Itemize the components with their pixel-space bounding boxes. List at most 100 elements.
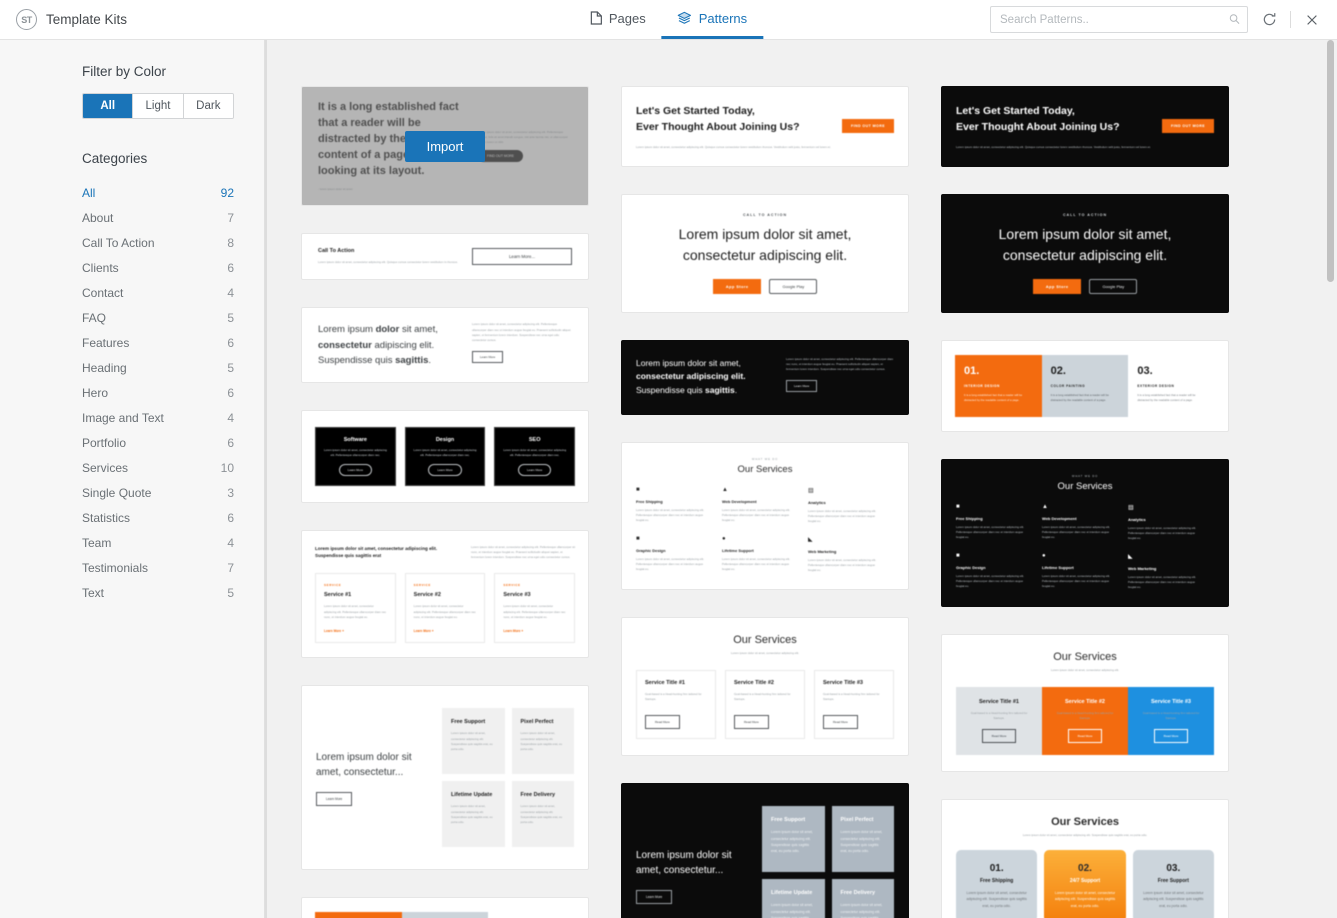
category-item-services[interactable]: Services 10 — [82, 455, 234, 480]
category-item-faq[interactable]: FAQ 5 — [82, 305, 234, 330]
chart-icon: ▤ — [1127, 504, 1134, 511]
category-label: Portfolio — [82, 435, 127, 450]
category-label: Call To Action — [82, 235, 155, 250]
preview-title: Service #2 — [413, 592, 441, 599]
category-item-portfolio[interactable]: Portfolio 6 — [82, 430, 234, 455]
content-scrollbar[interactable] — [1326, 40, 1335, 918]
preview-body: Goal-based is a Head-hunting firm tailor… — [823, 691, 880, 702]
pattern-card-features-light[interactable]: Lorem ipsum dolor sit amet, consectetur.… — [301, 685, 589, 871]
tab-pages[interactable]: Pages — [574, 0, 662, 39]
preview-service-item: ▲ Web Development Lorem ipsum dolor sit … — [722, 487, 808, 536]
category-item-statistics[interactable]: Statistics 6 — [82, 505, 234, 530]
headset-icon: ● — [1041, 552, 1046, 559]
category-item-text[interactable]: Text 5 — [82, 580, 234, 605]
category-item-image-and-text[interactable]: Image and Text 4 — [82, 405, 234, 430]
category-item-clients[interactable]: Clients 6 — [82, 255, 234, 280]
preview-number-box: 02. COLOR PAINTING It is a long establis… — [1041, 354, 1129, 417]
preview-button: Learn More — [316, 791, 353, 806]
preview-link: Learn More + — [503, 629, 524, 634]
import-button[interactable]: Import — [404, 130, 486, 162]
pattern-card-services-six[interactable]: WHAT WE DO Our Services ■ Free Shipping … — [621, 441, 909, 590]
category-count: 4 — [227, 535, 234, 550]
preview-number-box: 01. INTERIOR DESIGN It is a long establi… — [315, 912, 402, 918]
close-icon[interactable] — [1301, 9, 1323, 31]
preview-body: Lorem ipsum dolor sit amet, consectetur … — [318, 260, 458, 264]
preview-button: Learn More — [472, 350, 504, 363]
scrollbar-thumb[interactable] — [1327, 40, 1334, 282]
preview-body: Lorem ipsum dolor sit amet, consectetur … — [807, 508, 877, 524]
sidebar: Filter by Color All Light Dark Categorie… — [0, 40, 265, 918]
preview-title: Software — [343, 436, 367, 443]
preview-body: Lorem ipsum dolor sit amet, consectetur … — [1127, 574, 1197, 590]
category-item-testimonials[interactable]: Testimonials 7 — [82, 555, 234, 580]
category-list: All 92 About 7 Call To Action 8 Clients … — [82, 180, 234, 605]
category-count: 92 — [220, 185, 234, 200]
category-item-team[interactable]: Team 4 — [82, 530, 234, 555]
pattern-card-numbered-columns[interactable]: 01. INTERIOR DESIGN It is a long establi… — [301, 897, 589, 918]
preview-title: Service #1 — [324, 592, 352, 599]
preview-title: Lifetime Update — [771, 890, 813, 897]
preview-eyebrow: WHAT WE DO — [751, 456, 779, 461]
pattern-card-features-dark[interactable]: Lorem ipsum dolor sit amet, consectetur.… — [621, 783, 909, 918]
preview-title: Free Delivery — [840, 890, 876, 897]
refresh-icon[interactable] — [1258, 9, 1280, 31]
preview-service-item: ■ Graphic Design Lorem ipsum dolor sit a… — [636, 536, 722, 585]
preview-body: Lorem ipsum dolor sit amet, consectetur … — [636, 507, 705, 523]
category-label: Single Quote — [82, 485, 152, 500]
pattern-card-text-dark[interactable]: Lorem ipsum dolor sit amet, consectetur … — [621, 339, 909, 415]
pattern-card-hero-established[interactable]: It is a long established fact that a rea… — [301, 86, 589, 206]
preview-heading: Lorem ipsum dolor sit amet, consectetur.… — [316, 751, 412, 779]
color-filter-dark[interactable]: Dark — [183, 94, 233, 118]
megaphone-icon: ◣ — [1127, 553, 1133, 560]
pattern-card-services-three[interactable]: Our Services Lorem ipsum dolor sit amet,… — [621, 616, 909, 757]
pattern-card-services-cards[interactable]: Lorem ipsum dolor sit amet, consectetur … — [301, 529, 589, 659]
preview-service-item: ◣ Web Marketing Lorem ipsum dolor sit am… — [1128, 553, 1214, 602]
pattern-preview: 01. INTERIOR DESIGN It is a long establi… — [302, 898, 588, 918]
headset-icon: ● — [721, 535, 726, 542]
category-count: 7 — [227, 560, 234, 575]
category-item-call-to-action[interactable]: Call To Action 8 — [82, 230, 234, 255]
preview-body: Lorem ipsum dolor sit amet, consectetur … — [771, 903, 813, 918]
preview-body: Lorem ipsum dolor sit amet, consectetur … — [451, 731, 493, 752]
category-item-about[interactable]: About 7 — [82, 205, 234, 230]
pattern-preview: 01. INTERIOR DESIGN It is a long establi… — [942, 341, 1228, 431]
preview-body: Goal-based is a Head-hunting firm tailor… — [1056, 711, 1114, 721]
search-input[interactable] — [990, 6, 1248, 33]
code-icon: ▲ — [1041, 503, 1048, 510]
preview-title: SEO — [528, 436, 541, 443]
preview-title: Graphic Design — [956, 564, 986, 570]
pattern-card-services-six-dark[interactable]: WHAT WE DO Our Services ■ Free Shipping … — [941, 458, 1229, 607]
pattern-card-cta-centered[interactable]: CALL TO ACTION Lorem ipsum dolor sit ame… — [621, 193, 909, 313]
pattern-card-cta-light[interactable]: Let's Get Started Today, Ever Thought Abo… — [621, 86, 909, 167]
category-item-features[interactable]: Features 6 — [82, 330, 234, 355]
pattern-card-services-numbered-tiles[interactable]: Our Services Lorem ipsum dolor sit amet,… — [941, 798, 1229, 918]
color-filter-all[interactable]: All — [83, 94, 134, 118]
category-item-heading[interactable]: Heading 5 — [82, 355, 234, 380]
preview-title: Lifetime Update — [451, 792, 493, 799]
preview-tile: 02. 24/7 Support Lorem ipsum dolor sit a… — [1044, 849, 1126, 918]
pattern-card-cta-centered-dark[interactable]: CALL TO ACTION Lorem ipsum dolor sit ame… — [941, 193, 1229, 313]
category-label: Services — [82, 460, 129, 475]
pattern-card-text-split[interactable]: Lorem ipsum dolor sit amet, consectetur … — [301, 307, 589, 383]
preview-title: Free Shipping — [636, 498, 663, 504]
preview-heading: Lorem ipsum dolor sit amet, consectetur … — [315, 545, 438, 559]
pattern-preview: Lorem ipsum dolor sit amet, consectetur.… — [302, 686, 588, 869]
tab-patterns[interactable]: Patterns — [661, 0, 764, 39]
preview-label: COLOR PAINTING — [1050, 383, 1086, 388]
category-item-contact[interactable]: Contact 4 — [82, 280, 234, 305]
search-box — [990, 6, 1248, 33]
pattern-card-services-tiles[interactable]: Our Services Lorem ipsum dolor sit amet,… — [941, 633, 1229, 772]
pattern-card-cta-dark[interactable]: Let's Get Started Today, Ever Thought Abo… — [941, 86, 1229, 167]
color-filter-light[interactable]: Light — [133, 94, 184, 118]
pattern-card-call-to-action[interactable]: Call To Action Lorem ipsum dolor sit ame… — [301, 233, 589, 281]
preview-body: Lorem ipsum dolor sit amet, consectetur … — [771, 830, 813, 854]
preview-title: Analytics — [807, 499, 826, 505]
category-label: All — [82, 185, 96, 200]
filter-by-color-title: Filter by Color — [82, 64, 167, 79]
pattern-card-three-dark-boxes[interactable]: Software Lorem ipsum dolor sit amet, con… — [301, 409, 589, 503]
category-item-hero[interactable]: Hero 6 — [82, 380, 234, 405]
pattern-card-numbered-columns-alt[interactable]: 01. INTERIOR DESIGN It is a long establi… — [941, 339, 1229, 432]
category-item-single-quote[interactable]: Single Quote 3 — [82, 480, 234, 505]
patterns-grid-panel: It is a long established fact that a rea… — [265, 40, 1337, 918]
category-item-all[interactable]: All 92 — [82, 180, 234, 205]
